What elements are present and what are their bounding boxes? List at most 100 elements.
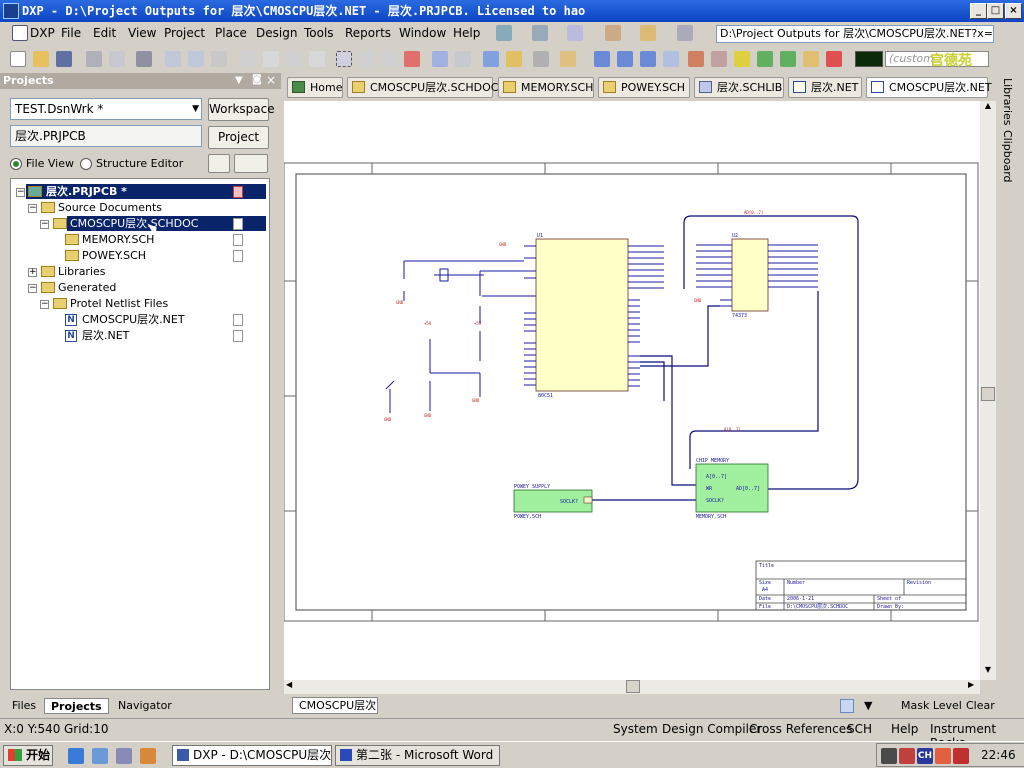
- tree-net[interactable]: 层次.NET: [82, 328, 129, 343]
- sheet-entry-icon[interactable]: [780, 51, 796, 67]
- tab-cmoscpu-net[interactable]: CMOSCPU层次.NET: [866, 77, 992, 98]
- align-icon[interactable]: [532, 25, 548, 41]
- status-cross-references[interactable]: Cross References: [749, 722, 852, 736]
- collapse-icon[interactable]: −: [40, 220, 49, 229]
- help-icon[interactable]: [560, 51, 576, 67]
- project-button[interactable]: Project: [208, 126, 269, 149]
- menu-design[interactable]: Design: [256, 26, 297, 40]
- document-path-combo[interactable]: D:\Project Outputs for 层次\CMOSCPU层次.NET?…: [716, 25, 994, 43]
- tree-libraries[interactable]: Libraries: [58, 264, 106, 279]
- rubber-stamp-icon[interactable]: [309, 51, 325, 67]
- scroll-thumb[interactable]: [626, 680, 640, 693]
- tab-projects[interactable]: Projects: [44, 698, 109, 714]
- place-part-icon[interactable]: [734, 51, 750, 67]
- status-sch[interactable]: SCH: [847, 722, 872, 736]
- cross-select-icon[interactable]: [382, 51, 398, 67]
- menu-view[interactable]: View: [128, 26, 156, 40]
- tab-memory-sch[interactable]: MEMORY.SCH: [498, 77, 594, 98]
- collapse-icon[interactable]: −: [28, 204, 37, 213]
- menu-file[interactable]: File: [61, 26, 81, 40]
- app-icon[interactable]: [3, 3, 19, 19]
- menu-project[interactable]: Project: [164, 26, 205, 40]
- gnd-power-icon[interactable]: [688, 51, 704, 67]
- sidebar-tab-clipboard[interactable]: Clipboard: [1001, 130, 1014, 183]
- collapse-icon[interactable]: −: [28, 284, 37, 293]
- fill-icon[interactable]: [640, 25, 656, 41]
- tray-icon-2[interactable]: [899, 748, 915, 764]
- u2-chip[interactable]: [731, 238, 769, 312]
- cut-icon[interactable]: [240, 51, 256, 67]
- scroll-right-icon[interactable]: ▶: [968, 680, 974, 689]
- task-dxp[interactable]: DXP - D:\CMOSCPU层次....: [172, 745, 332, 766]
- quicklaunch-icon[interactable]: [116, 748, 132, 764]
- status-help[interactable]: Help: [891, 722, 918, 736]
- menu-window[interactable]: Window: [399, 26, 446, 40]
- close-button[interactable]: ×: [1005, 3, 1022, 19]
- menu-help[interactable]: Help: [453, 26, 480, 40]
- maximize-button[interactable]: □: [987, 3, 1004, 19]
- close-panel-icon[interactable]: ×: [266, 73, 276, 87]
- tree-protel-netlist-files[interactable]: Protel Netlist Files: [70, 296, 168, 311]
- menu-dxp[interactable]: DXP: [30, 26, 55, 40]
- pin-icon[interactable]: [605, 25, 621, 41]
- desktop-icon[interactable]: [92, 748, 108, 764]
- tab-cmoscpu-schdoc[interactable]: CMOSCPU层次.SCHDOC: [347, 77, 498, 98]
- menu-place[interactable]: Place: [215, 26, 247, 40]
- tray-icon-4[interactable]: [953, 748, 969, 764]
- sheet-symbol-powey[interactable]: [513, 489, 593, 513]
- hierarchy-icon[interactable]: [483, 51, 499, 67]
- tree-source-documents[interactable]: Source Documents: [58, 200, 162, 215]
- tab-home[interactable]: Home: [287, 77, 343, 98]
- file-view-radio[interactable]: [10, 158, 22, 170]
- menu-edit[interactable]: Edit: [93, 26, 116, 40]
- tree-root[interactable]: 层次.PRJPCB *: [46, 184, 127, 199]
- sheet-symbol-icon[interactable]: [757, 51, 773, 67]
- collapse-icon[interactable]: −: [40, 300, 49, 309]
- pin-panel-icon[interactable]: ◙: [252, 74, 262, 85]
- horizontal-scrollbar[interactable]: ◀ ▶: [284, 680, 980, 694]
- tab-powey-sch[interactable]: POWEY.SCH: [598, 77, 690, 98]
- status-system[interactable]: System: [613, 722, 658, 736]
- print-preview-icon[interactable]: [109, 51, 125, 67]
- wire-icon[interactable]: [594, 51, 610, 67]
- scroll-thumb[interactable]: [981, 387, 995, 401]
- tree-cmoscpu-schdoc[interactable]: CMOSCPU层次.SCHDOC: [70, 216, 198, 231]
- print-icon[interactable]: [86, 51, 102, 67]
- browse-icon[interactable]: [533, 51, 549, 67]
- sidebar-tab-libraries[interactable]: Libraries: [1001, 78, 1014, 126]
- net-label-icon[interactable]: [663, 51, 679, 67]
- workspace-combo[interactable]: TEST.DsnWrk * ▼: [10, 98, 202, 120]
- workspace-button[interactable]: Workspace: [208, 98, 275, 121]
- ground-icon[interactable]: [567, 25, 583, 41]
- tab-navigator[interactable]: Navigator: [112, 698, 178, 714]
- redo-icon[interactable]: [455, 51, 471, 67]
- port-icon[interactable]: [803, 51, 819, 67]
- zoom-fit-icon[interactable]: [165, 51, 181, 67]
- collapse-icon[interactable]: −: [16, 188, 25, 197]
- tree-cmoscpu-net[interactable]: CMOSCPU层次.NET: [82, 312, 185, 327]
- expand-icon[interactable]: +: [28, 268, 37, 277]
- no-erc-icon[interactable]: [826, 51, 842, 67]
- scroll-down-icon[interactable]: ▼: [982, 665, 994, 679]
- tree-memory-sch[interactable]: MEMORY.SCH: [82, 232, 154, 247]
- menu-reports[interactable]: Reports: [345, 26, 391, 40]
- zoom-area-icon[interactable]: [188, 51, 204, 67]
- undo-icon[interactable]: [432, 51, 448, 67]
- vertical-scrollbar[interactable]: ▲ ▼: [980, 101, 996, 680]
- open-icon[interactable]: [33, 51, 49, 67]
- project-field[interactable]: 层次.PRJPCB: [10, 125, 202, 147]
- vcc-power-icon[interactable]: [711, 51, 727, 67]
- menu-tools[interactable]: Tools: [304, 26, 334, 40]
- tree-generated[interactable]: Generated: [58, 280, 116, 295]
- color-swatch[interactable]: [855, 51, 883, 67]
- new-icon[interactable]: [10, 51, 26, 67]
- select-area-icon[interactable]: [336, 51, 352, 67]
- u1-chip[interactable]: [535, 238, 629, 392]
- scroll-left-icon[interactable]: ◀: [286, 680, 292, 689]
- scroll-up-icon[interactable]: ▲: [982, 101, 994, 115]
- project-options-icon[interactable]: [234, 154, 268, 173]
- bus-entry-icon[interactable]: [640, 51, 656, 67]
- paste-icon[interactable]: [286, 51, 302, 67]
- compile-icon[interactable]: [208, 154, 230, 173]
- clear-button[interactable]: Clear: [966, 699, 995, 712]
